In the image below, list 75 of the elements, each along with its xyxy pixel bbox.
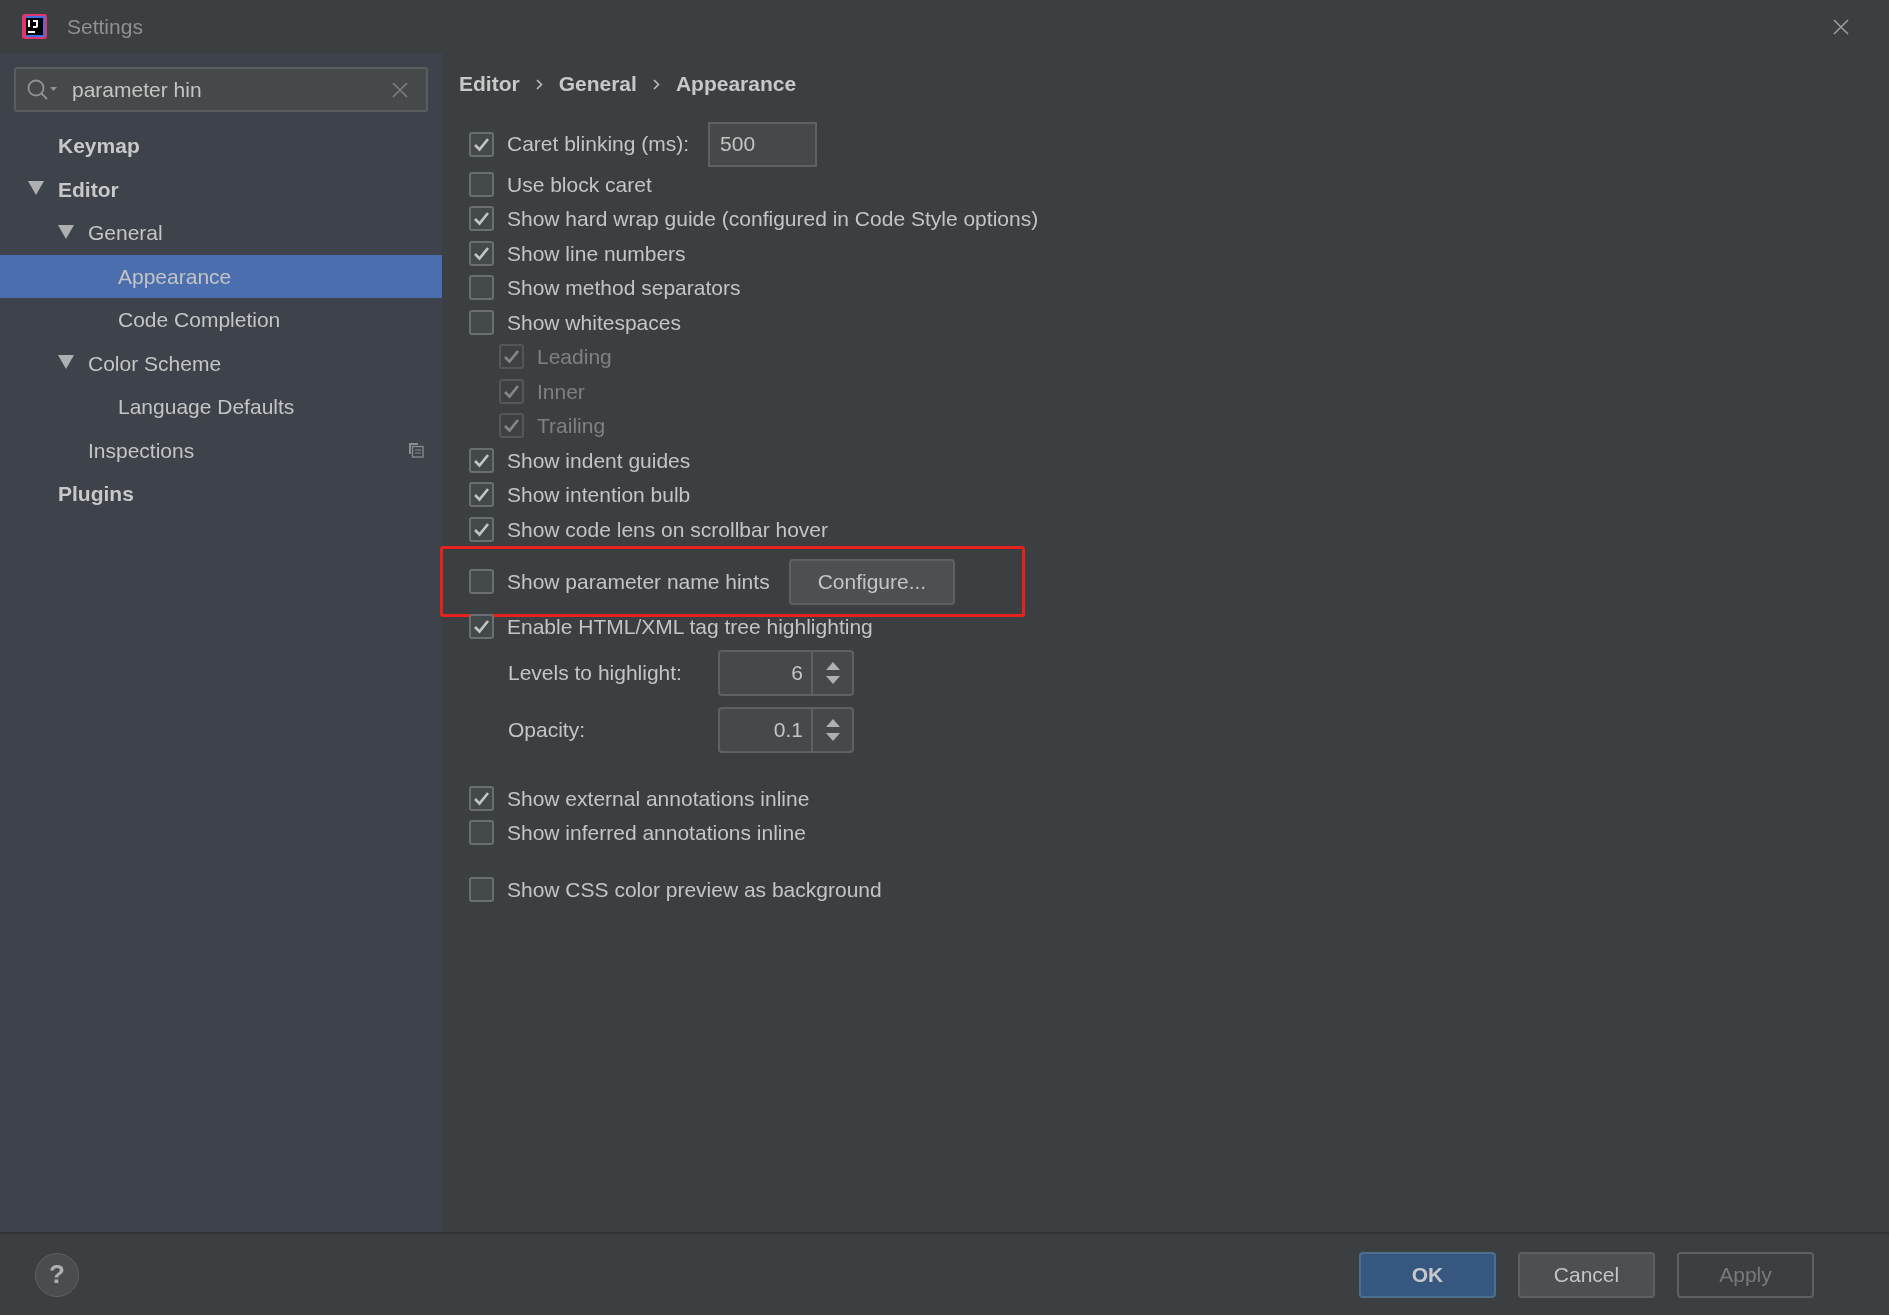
checkbox[interactable] [469, 240, 494, 266]
field-label: Opacity: [508, 716, 587, 743]
checkbox-label: Show indent guides [507, 447, 691, 474]
number-input[interactable]: 0.1 [720, 708, 811, 751]
checkmark-icon [503, 383, 520, 399]
checkmark-icon [473, 521, 490, 537]
checkbox[interactable] [469, 447, 494, 473]
field-label: Levels to highlight: [508, 659, 683, 686]
close-icon[interactable] [1833, 18, 1849, 35]
checkmark-icon [473, 619, 490, 635]
checkbox-label: Show parameter name hints [507, 568, 770, 595]
checkbox-label: Inner [537, 378, 585, 405]
checkbox-label: Enable HTML/XML tag tree highlighting [507, 614, 873, 640]
search-icon [26, 77, 58, 102]
search-box[interactable]: parameter hin [14, 67, 428, 112]
clear-icon[interactable] [392, 81, 408, 98]
checkmark-icon [473, 487, 490, 503]
search-input[interactable]: parameter hin [72, 73, 378, 106]
tree-item[interactable]: Inspections [0, 428, 442, 472]
checkbox[interactable] [469, 614, 494, 640]
tree-item[interactable]: Keymap [0, 124, 442, 168]
checkmark-icon [473, 452, 490, 468]
tree-item[interactable]: General [0, 211, 442, 255]
chevron-icon [535, 78, 543, 90]
checkbox-label: Show whitespaces [507, 309, 681, 336]
checkbox[interactable] [469, 785, 494, 811]
checkmark-icon [473, 136, 490, 152]
spinner-field[interactable]: 6 [718, 649, 854, 696]
checkbox-label: Leading [537, 344, 612, 370]
checkbox[interactable] [469, 131, 494, 157]
checkbox-label: Show hard wrap guide (configured in Code Style options) [507, 206, 1039, 232]
checkbox[interactable] [469, 820, 494, 846]
dialog-button[interactable]: OK [1359, 1251, 1496, 1298]
checkmark-icon [473, 790, 490, 806]
configure-button[interactable]: Configure... [788, 558, 956, 605]
checkbox[interactable] [469, 275, 494, 301]
checkmark-icon [473, 211, 490, 227]
checkbox[interactable] [469, 309, 494, 335]
checkmark-icon [503, 418, 520, 434]
checkbox[interactable] [469, 876, 494, 902]
checkbox[interactable] [469, 482, 494, 508]
checkmark-icon [473, 245, 490, 261]
checkmark-icon [503, 349, 520, 365]
checkbox-label: Use block caret [507, 171, 652, 198]
checkbox[interactable] [469, 569, 494, 594]
help-button[interactable]: ? [35, 1252, 79, 1297]
number-field[interactable]: 500 [708, 121, 818, 167]
checkbox[interactable] [469, 516, 494, 542]
checkbox-label: Show line numbers [507, 240, 686, 267]
checkbox-label: Show method separators [507, 275, 741, 301]
breadcrumb-item: Editor [459, 71, 520, 98]
checkbox-label: Show intention bulb [507, 482, 691, 508]
spinner-field[interactable]: 0.1 [718, 706, 854, 753]
number-input[interactable]: 6 [720, 651, 811, 694]
chevron-icon [652, 78, 660, 90]
checkbox-label: Caret blinking (ms): [507, 131, 690, 158]
checkbox-label: Show external annotations inline [507, 785, 810, 812]
checkbox[interactable] [469, 206, 494, 232]
checkbox-label: Show inferred annotations inline [507, 820, 806, 846]
tree-item[interactable]: Color Scheme [0, 341, 442, 385]
window-title: Settings [67, 13, 143, 40]
breadcrumb-item: Appearance [675, 71, 797, 98]
tree-item[interactable]: Code Completion [0, 298, 442, 342]
tree-item[interactable]: Appearance [0, 254, 442, 298]
checkbox[interactable] [469, 171, 494, 197]
expand-arrow-icon[interactable] [58, 224, 74, 241]
tree-item[interactable]: Language Defaults [0, 385, 442, 429]
tree-item[interactable]: Editor [0, 167, 442, 211]
checkbox-label: Show code lens on scrollbar hover [507, 516, 828, 543]
dialog-button[interactable]: Cancel [1518, 1251, 1655, 1298]
checkbox-label: Show CSS color preview as background [507, 876, 882, 903]
checkbox-label: Trailing [537, 413, 606, 439]
breadcrumb-item: General [558, 71, 637, 98]
tree-item[interactable]: Plugins [0, 472, 442, 516]
app-logo-icon [22, 14, 47, 39]
